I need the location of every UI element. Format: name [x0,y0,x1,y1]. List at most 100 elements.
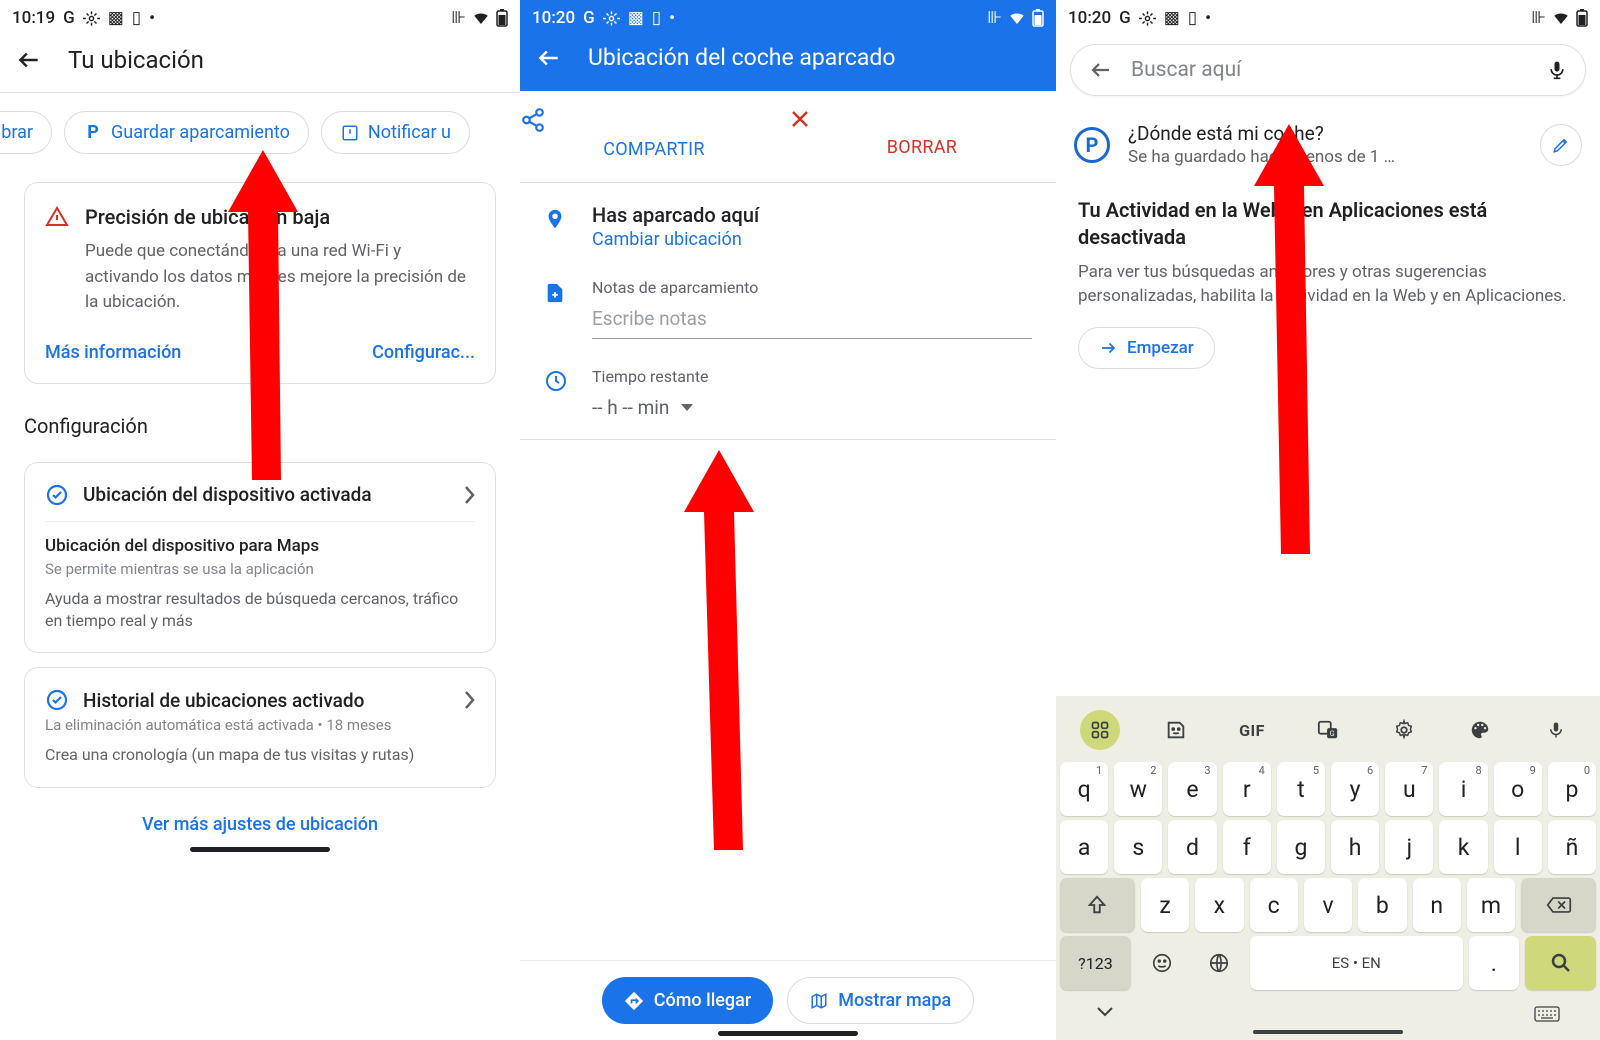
chip-save-parking[interactable]: P Guardar aparcamiento [64,111,309,154]
dot-icon: • [669,8,675,28]
key-search[interactable] [1525,936,1596,990]
directions-button[interactable]: Cómo llegar [602,977,773,1024]
setting-subdesc: La eliminación automática está activada … [45,716,475,734]
image-icon: ▩ [108,8,124,28]
key-t[interactable]: t5 [1277,762,1325,816]
key-j[interactable]: j [1385,820,1433,874]
kb-keyboard-icon[interactable] [1534,1006,1560,1022]
pin-icon [544,203,572,250]
setting-subtitle: Ubicación del dispositivo para Maps [45,536,475,556]
chip-notify[interactable]: Notificar u [321,111,470,154]
key-emoji[interactable] [1137,936,1188,990]
google-icon: G [63,8,75,28]
key-i[interactable]: i8 [1439,762,1487,816]
battery-icon [1032,9,1044,27]
wifi-icon [1008,9,1026,27]
key-c[interactable]: c [1250,878,1298,932]
google-icon: G [1119,8,1131,28]
kb-collapse-icon[interactable] [1096,1006,1114,1022]
key-a[interactable]: a [1060,820,1108,874]
kb-gif-button[interactable]: GIF [1232,710,1272,750]
nav-handle [718,1031,858,1036]
setting-location-history[interactable]: Historial de ubicaciones activado La eli… [24,667,496,787]
result-title: ¿Dónde está mi coche? [1128,122,1395,145]
keyboard[interactable]: GIF G q1w2e3r4t5y6u7i8o9p0 asdfghjklñ zx… [1056,696,1600,1040]
chip-calibrate[interactable]: Calibrar [0,111,52,154]
key-v[interactable]: v [1304,878,1352,932]
more-settings-link[interactable]: Ver más ajustes de ubicación [0,788,520,843]
key-shift[interactable] [1060,878,1135,932]
notify-icon [340,123,360,143]
back-arrow-icon[interactable] [536,45,562,71]
kb-translate-icon[interactable]: G [1308,710,1348,750]
key-f[interactable]: f [1223,820,1271,874]
share-button[interactable]: COMPARTIR [520,91,788,182]
key-spacebar[interactable]: ES • EN [1250,936,1463,990]
key-d[interactable]: d [1168,820,1216,874]
key-w[interactable]: w2 [1114,762,1162,816]
back-arrow-icon[interactable] [16,47,42,73]
app-bar: Ubicación del coche aparcado [520,34,1056,91]
key-e[interactable]: e3 [1168,762,1216,816]
key-h[interactable]: h [1331,820,1379,874]
key-o[interactable]: o9 [1494,762,1542,816]
key-language[interactable] [1193,936,1244,990]
parking-icon: P [83,123,103,143]
result-my-car[interactable]: P ¿Dónde está mi coche? Se ha guardado h… [1056,106,1600,183]
vibrate-icon: ⊪ [1531,8,1546,28]
key-y[interactable]: y6 [1331,762,1379,816]
dropdown-arrow-icon [681,404,693,412]
arrow-right-icon [1099,339,1117,357]
kb-palette-icon[interactable] [1460,710,1500,750]
key-s[interactable]: s [1114,820,1162,874]
waa-start-button[interactable]: Empezar [1078,327,1215,369]
dot-icon: • [149,8,155,28]
search-bar[interactable]: Buscar aquí [1070,44,1586,96]
pinwheel-icon [1139,10,1156,27]
dot-icon: • [1205,8,1211,28]
key-n[interactable]: n [1413,878,1461,932]
delete-button[interactable]: BORRAR [788,91,1056,182]
key-g[interactable]: g [1277,820,1325,874]
check-circle-icon [45,688,69,712]
kb-mic-icon[interactable] [1536,710,1576,750]
status-time: 10:20 [1068,8,1111,28]
key-p[interactable]: p0 [1548,762,1596,816]
directions-icon [624,991,644,1011]
kb-grid-icon[interactable] [1080,710,1120,750]
key-u[interactable]: u7 [1385,762,1433,816]
chevron-right-icon [463,690,475,710]
key-x[interactable]: x [1195,878,1243,932]
close-icon [788,107,1056,131]
edit-button[interactable] [1540,124,1582,166]
setting-body: Ayuda a mostrar resultados de búsqueda c… [45,588,475,633]
time-dropdown[interactable]: -- h -- min [592,386,1032,429]
kb-settings-icon[interactable] [1384,710,1424,750]
key-r[interactable]: r4 [1223,762,1271,816]
key-backspace[interactable] [1521,878,1596,932]
notes-input[interactable]: Escribe notas [592,297,1032,339]
more-info-link[interactable]: Más información [45,342,181,363]
battery-icon [1576,9,1588,27]
change-location-link[interactable]: Cambiar ubicación [592,229,1032,250]
key-k[interactable]: k [1439,820,1487,874]
key-ñ[interactable]: ñ [1548,820,1596,874]
kb-sticker-icon[interactable] [1156,710,1196,750]
key-q[interactable]: q1 [1060,762,1108,816]
section-title: Configuración [0,384,520,448]
show-map-button[interactable]: Mostrar mapa [787,977,974,1024]
page-title: Ubicación del coche aparcado [588,44,896,71]
key-b[interactable]: b [1358,878,1406,932]
setting-device-location[interactable]: Ubicación del dispositivo activada Ubica… [24,462,496,654]
mic-icon[interactable] [1547,57,1567,83]
key-l[interactable]: l [1494,820,1542,874]
status-bar: 10:20 G ▩ ▯ • ⊪ [1056,0,1600,34]
key-m[interactable]: m [1467,878,1515,932]
vibrate-icon: ⊪ [451,8,466,28]
back-arrow-icon[interactable] [1089,58,1113,82]
key-period[interactable]: . [1469,936,1520,990]
config-link[interactable]: Configurac... [372,342,475,363]
status-time: 10:19 [12,8,55,28]
key-numbers[interactable]: ?123 [1060,936,1131,990]
key-z[interactable]: z [1141,878,1189,932]
